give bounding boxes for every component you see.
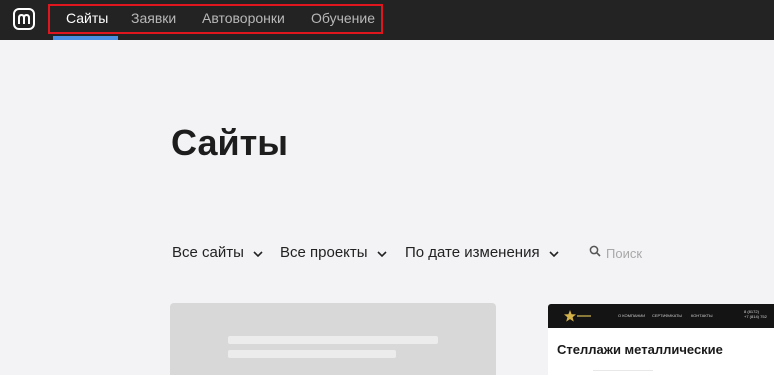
site-preview-nav-item: СЕРТИФИКАТЫ [652,313,682,318]
site-preview-nav-item: О КОМПАНИИ [618,313,646,318]
nav-tab-requests[interactable]: Заявки [131,10,176,26]
site-preview-phone: 8 (8172) +7 (814) 752 [744,309,767,319]
chevron-down-icon [253,244,263,261]
skeleton-line [228,350,396,358]
active-tab-indicator [53,36,118,40]
search-input[interactable]: Поиск [589,244,642,262]
filter-all-sites[interactable]: Все сайты [172,244,263,261]
chevron-down-icon [549,244,559,261]
search-placeholder: Поиск [606,245,643,261]
filter-sort-by-date[interactable]: По дате изменения [405,244,559,261]
top-navigation-bar: Сайты Заявки Автоворонки Обучение [0,0,774,40]
filter-all-projects[interactable]: Все проекты [280,244,387,261]
filter-label: Все проекты [280,244,368,261]
filter-label: Все сайты [172,244,244,261]
site-preview-divider [593,370,653,375]
site-preview-nav-item: КОНТАКТЫ [691,313,713,318]
chevron-down-icon [376,244,387,261]
page-title: Сайты [171,122,288,163]
nav-tab-autofunnels[interactable]: Автоворонки [202,10,285,26]
search-icon [589,244,601,262]
star-logo-icon [563,309,593,328]
site-card-preview[interactable]: О КОМПАНИИ СЕРТИФИКАТЫ КОНТАКТЫ 8 (8172)… [548,304,774,375]
skeleton-line [228,336,438,344]
m-logo-icon[interactable] [13,8,35,30]
site-preview-header: О КОМПАНИИ СЕРТИФИКАТЫ КОНТАКТЫ 8 (8172)… [548,304,774,328]
filter-label: По дате изменения [405,244,540,261]
nav-tab-learning[interactable]: Обучение [311,10,375,26]
site-preview-headline: Стеллажи металлические [557,342,723,357]
nav-tab-sites[interactable]: Сайты [66,10,108,26]
phone-line: +7 (814) 752 [744,314,767,319]
site-card-loading[interactable] [170,303,496,375]
